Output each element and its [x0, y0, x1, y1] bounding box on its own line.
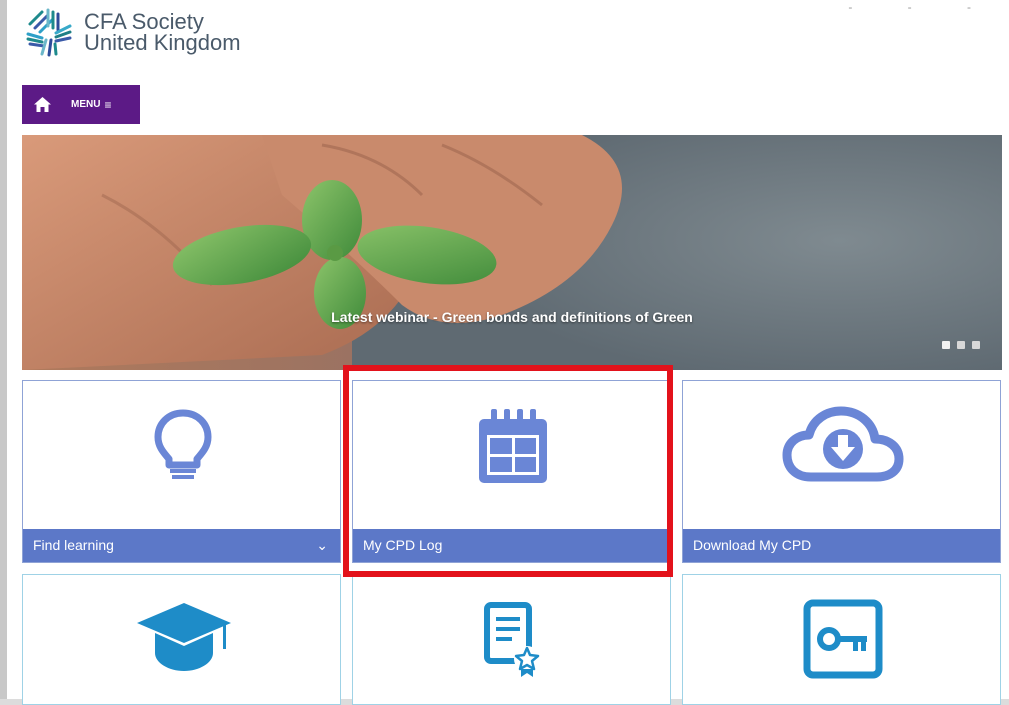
key-icon: [803, 599, 883, 679]
hero-carousel[interactable]: Latest webinar - Green bonds and definit…: [22, 135, 1002, 370]
cloud-download-icon: [782, 406, 904, 482]
tile-my-cpd-log[interactable]: My CPD Log: [352, 380, 671, 563]
tile-download-my-cpd[interactable]: Download My CPD: [682, 380, 1001, 563]
tile-label-text: Download My CPD: [693, 537, 812, 553]
tile-label[interactable]: Download My CPD: [683, 529, 1000, 562]
tile-certificates[interactable]: [352, 574, 671, 705]
hamburger-icon[interactable]: ≡: [104, 98, 111, 112]
carousel-indicators: [942, 341, 980, 349]
window-controls[interactable]: - - -: [848, 0, 997, 14]
site-logo[interactable]: CFA Society United Kingdom: [22, 6, 241, 58]
carousel-dot-2[interactable]: [957, 341, 965, 349]
carousel-dot-3[interactable]: [972, 341, 980, 349]
tile-label-text: Find learning: [33, 537, 114, 553]
tile-find-learning[interactable]: Find learning ⌄: [22, 380, 341, 563]
logo-line-1: CFA Society: [84, 9, 204, 34]
chevron-down-icon[interactable]: ⌄: [316, 529, 328, 562]
logo-line-2: United Kingdom: [84, 30, 241, 55]
tile-label-text: My CPD Log: [363, 537, 443, 553]
window-left-edge: [0, 0, 7, 705]
main-menu-bar[interactable]: MENU ≡: [22, 85, 140, 124]
hero-caption[interactable]: Latest webinar - Green bonds and definit…: [22, 309, 1002, 325]
graduation-cap-icon: [137, 603, 231, 671]
home-icon[interactable]: [34, 97, 51, 112]
calendar-icon: [479, 409, 547, 483]
logo-text: CFA Society United Kingdom: [84, 9, 241, 55]
page: - - - CFA Society United Kingdom MENU ≡ …: [0, 0, 1009, 705]
tile-qualifications[interactable]: [22, 574, 341, 705]
tile-account-access[interactable]: [682, 574, 1001, 705]
carousel-dot-1[interactable]: [942, 341, 950, 349]
tile-label[interactable]: My CPD Log: [353, 529, 670, 562]
menu-button-label[interactable]: MENU: [71, 99, 100, 110]
lightbulb-icon: [154, 409, 212, 479]
certificate-icon: [484, 602, 540, 677]
cfa-logo-mark-icon: [26, 8, 72, 57]
hero-image: [22, 135, 1002, 370]
tile-label[interactable]: Find learning ⌄: [23, 529, 340, 562]
